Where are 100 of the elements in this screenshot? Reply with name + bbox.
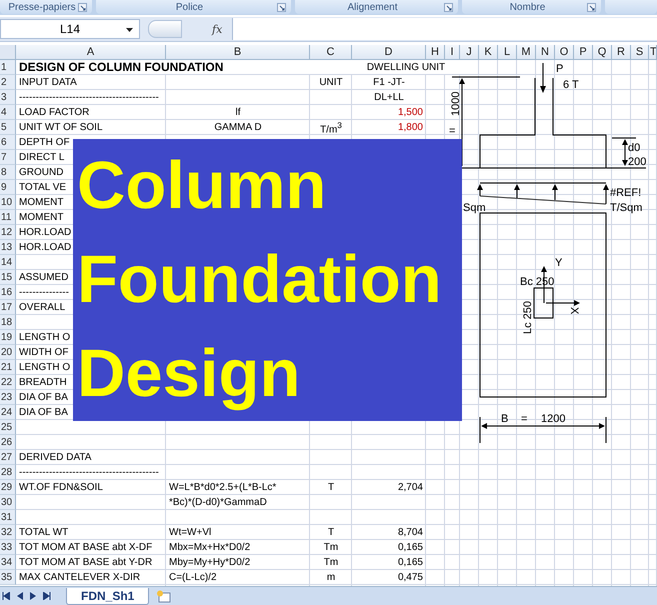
previous-icon[interactable] <box>17 592 23 600</box>
height-value: 1000 <box>450 92 462 116</box>
column-header[interactable]: H <box>426 45 445 60</box>
table-cell-text: 0,165 <box>396 556 424 570</box>
row-header[interactable]: 7 <box>0 150 16 165</box>
pressure-arrow <box>477 184 483 196</box>
table-cell-text: T/m$^{3}$ <box>319 120 343 135</box>
name-box[interactable]: L14 <box>0 19 140 39</box>
column-header[interactable]: C <box>310 45 352 60</box>
row-header[interactable]: 29 <box>0 480 16 495</box>
table-cell-text: Mbx=Mx+Hx*D0/2 <box>168 541 252 555</box>
row-header[interactable]: 21 <box>0 360 16 375</box>
table-cell-text: Tm <box>322 556 340 570</box>
row-header[interactable]: 24 <box>0 405 16 420</box>
row-header[interactable]: 6 <box>0 135 16 150</box>
table-cell-text: LENGTH O <box>18 361 72 375</box>
row-header[interactable]: 22 <box>0 375 16 390</box>
row-header[interactable]: 16 <box>0 285 16 300</box>
table-cell-text: *Bc)*(D-d0)*GammaD <box>168 496 268 510</box>
row-header[interactable]: 19 <box>0 330 16 345</box>
column-header[interactable]: J <box>460 45 479 60</box>
row-header[interactable]: 23 <box>0 390 16 405</box>
column-header[interactable]: R <box>612 45 631 60</box>
column-header[interactable]: B <box>166 45 310 60</box>
row-header[interactable]: 1 <box>0 60 16 75</box>
row-header[interactable]: 18 <box>0 315 16 330</box>
table-cell-text: T <box>326 526 336 540</box>
row-header[interactable]: 17 <box>0 300 16 315</box>
row-header[interactable]: 8 <box>0 165 16 180</box>
formula-input[interactable] <box>232 18 657 40</box>
row-header[interactable]: 35 <box>0 570 16 585</box>
launcher-icon[interactable] <box>78 3 87 12</box>
depth-value: 200 <box>628 156 646 168</box>
row-header[interactable]: 26 <box>0 435 16 450</box>
table-cell-text: MAX CANTELEVER X-DIR <box>18 571 142 585</box>
column-header[interactable]: M <box>517 45 536 60</box>
caret-icon[interactable] <box>126 28 133 32</box>
pressure-arrow <box>603 184 609 204</box>
row-header[interactable]: 12 <box>0 225 16 240</box>
pressure-value: #REF! <box>610 187 642 199</box>
column-header[interactable]: S <box>631 45 649 60</box>
launcher-icon[interactable] <box>444 3 453 12</box>
launcher-icon[interactable] <box>587 3 596 12</box>
sheet-tab[interactable]: FDN_Sh1 <box>66 588 150 604</box>
row-header[interactable]: 9 <box>0 180 16 195</box>
row-header[interactable]: 30 <box>0 495 16 510</box>
row-header[interactable]: 15 <box>0 270 16 285</box>
table-cell-text: 0,475 <box>396 571 424 585</box>
group-label: Alignement <box>347 2 398 12</box>
column-header[interactable]: D <box>352 45 426 60</box>
row-header[interactable]: 34 <box>0 555 16 570</box>
table-cell-text: WT.OF FDN&SOIL <box>18 481 104 495</box>
row-header[interactable]: 4 <box>0 105 16 120</box>
row-header[interactable]: 13 <box>0 240 16 255</box>
splitter-handle[interactable] <box>148 20 182 38</box>
group-label: Nombre <box>510 2 546 12</box>
pressure-unit: Sqm <box>463 202 486 214</box>
row-header[interactable]: 14 <box>0 255 16 270</box>
row-header[interactable]: 10 <box>0 195 16 210</box>
column-header[interactable]: N <box>536 45 555 60</box>
table-cell-text: ASSUMED <box>18 271 70 285</box>
last-sheet-icon[interactable] <box>43 592 51 600</box>
column-header[interactable]: L <box>498 45 517 60</box>
new-sheet-icon[interactable] <box>156 590 172 602</box>
column-header[interactable]: K <box>479 45 498 60</box>
group-label: Police <box>176 2 204 12</box>
column-header[interactable]: O <box>555 45 574 60</box>
row-header[interactable]: 32 <box>0 525 16 540</box>
table-cell-text: Mby=My+Hy*D0/2 <box>168 556 252 570</box>
first-sheet-icon[interactable] <box>2 592 10 600</box>
row-header[interactable]: 25 <box>0 420 16 435</box>
row-header[interactable]: 20 <box>0 345 16 360</box>
column-section <box>534 288 554 318</box>
table-cell-text: DIA OF BA <box>18 391 69 405</box>
table-cell-text: LOAD FACTOR <box>18 106 90 120</box>
table-cell-text: --------------- <box>18 286 70 300</box>
row-header[interactable]: 3 <box>0 90 16 105</box>
table-cell-text: W=L*B*d0*2.5+(L*B-Lc* <box>168 481 278 495</box>
column-header[interactable]: A <box>16 45 166 60</box>
row-header[interactable]: 33 <box>0 540 16 555</box>
row-header[interactable]: 31 <box>0 510 16 525</box>
column-length-label: Lc 250 <box>522 300 534 334</box>
table-cell-text: 0,165 <box>396 541 424 555</box>
pressure-arrow <box>552 184 558 200</box>
row-header[interactable]: 5 <box>0 120 16 135</box>
function-button[interactable]: fx <box>212 22 226 36</box>
next-icon[interactable] <box>30 592 36 600</box>
row-header[interactable]: 11 <box>0 210 16 225</box>
table-cell-text: BREADTH <box>18 376 68 390</box>
table-cell-text: TOTAL WT <box>18 526 70 540</box>
row-header[interactable]: 2 <box>0 75 16 90</box>
column-header[interactable]: I <box>445 45 460 60</box>
title-banner: Column Foundation Design <box>73 139 462 421</box>
launcher-icon[interactable] <box>277 3 286 12</box>
table-cell-text: F1 -JT- <box>372 76 406 90</box>
row-header[interactable]: 28 <box>0 465 16 480</box>
column-header[interactable]: P <box>574 45 593 60</box>
table-cell-text: Tm <box>322 541 340 555</box>
column-header[interactable]: Q <box>593 45 612 60</box>
row-header[interactable]: 27 <box>0 450 16 465</box>
